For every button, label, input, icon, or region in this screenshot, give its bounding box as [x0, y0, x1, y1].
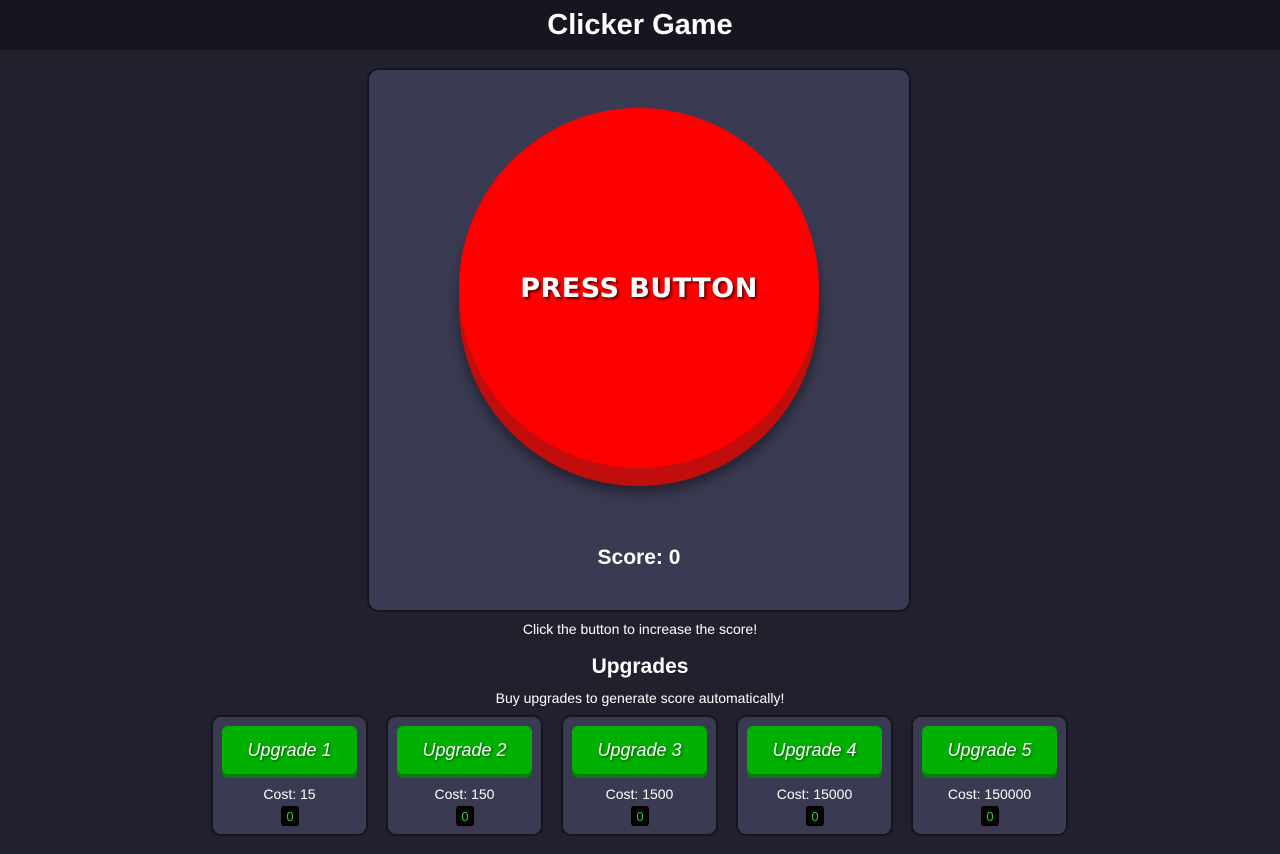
upgrade-card-4: Upgrade 4 Cost: 15000 0 [736, 715, 893, 836]
upgrade-cost-3: Cost: 1500 [563, 786, 716, 802]
cost-value: 15000 [813, 786, 853, 802]
upgrade-cost-2: Cost: 150 [388, 786, 541, 802]
upgrade-button-5[interactable]: Upgrade 5 [922, 726, 1057, 774]
press-button-label: PRESS BUTTON [520, 272, 758, 304]
upgrade-owned-count-4: 0 [806, 806, 824, 826]
upgrades-title: Upgrades [591, 655, 689, 678]
score-label: Score: [597, 546, 663, 569]
press-button[interactable]: PRESS BUTTON [459, 108, 819, 486]
upgrade-cost-5: Cost: 150000 [913, 786, 1066, 802]
upgrades-list: Upgrade 1 Cost: 15 0 Upgrade 2 Cost: 150 0… [211, 715, 1071, 836]
cost-value: 15 [300, 786, 316, 802]
upgrade-owned-count-5: 0 [981, 806, 999, 826]
upgrade-cost-4: Cost: 15000 [738, 786, 891, 802]
upgrade-owned-count-3: 0 [631, 806, 649, 826]
score-value: 0 [668, 546, 681, 569]
page-title: Clicker Game [547, 8, 733, 41]
click-hint: Click the button to increase the score! [522, 621, 758, 637]
upgrade-button-3[interactable]: Upgrade 3 [572, 726, 707, 774]
upgrade-owned-count-2: 0 [456, 806, 474, 826]
cost-label: Cost: [605, 786, 639, 802]
upgrades-subtitle: Buy upgrades to generate score automatic… [495, 690, 785, 706]
upgrade-button-2[interactable]: Upgrade 2 [397, 726, 532, 774]
cost-value: 150 [471, 786, 495, 802]
cost-value: 150000 [984, 786, 1032, 802]
upgrade-card-3: Upgrade 3 Cost: 1500 0 [561, 715, 718, 836]
header-bar: Clicker Game [0, 0, 1280, 50]
upgrade-cost-1: Cost: 15 [213, 786, 366, 802]
cost-label: Cost: [776, 786, 810, 802]
upgrade-card-5: Upgrade 5 Cost: 150000 0 [911, 715, 1068, 836]
cost-label: Cost: [947, 786, 981, 802]
upgrade-card-2: Upgrade 2 Cost: 150 0 [386, 715, 543, 836]
game-panel: PRESS BUTTON Score: 0 [367, 68, 911, 612]
score-display: Score: 0 [369, 546, 909, 570]
cost-label: Cost: [434, 786, 468, 802]
upgrade-button-1[interactable]: Upgrade 1 [222, 726, 357, 774]
upgrade-owned-count-1: 0 [281, 806, 299, 826]
upgrade-card-1: Upgrade 1 Cost: 15 0 [211, 715, 368, 836]
upgrade-button-4[interactable]: Upgrade 4 [747, 726, 882, 774]
cost-value: 1500 [642, 786, 674, 802]
press-button-face: PRESS BUTTON [459, 108, 819, 468]
cost-label: Cost: [263, 786, 297, 802]
